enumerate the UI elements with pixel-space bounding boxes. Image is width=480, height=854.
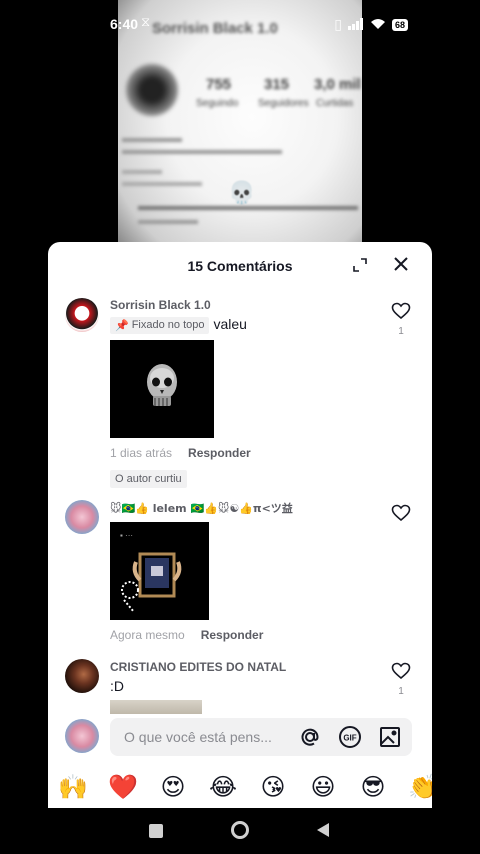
bg-blur-line [138,206,358,210]
bg-stat-label: Seguidores [258,98,309,109]
heart-icon[interactable] [391,302,411,324]
like-column: 1 [390,662,412,697]
comment-author[interactable]: Sorrisin Black 1.0 [110,298,382,312]
comment-body: 🐭🇧🇷👍 lelem 🇧🇷👍🐭☯👍π<ツ益 ▪ ··· Agora mesmo … [110,500,382,642]
avatar[interactable] [65,298,99,332]
bg-stat-value: 755 [206,76,232,93]
vibrate-icon: ▯ [334,16,342,32]
battery-indicator: 68 [391,18,408,31]
pinned-badge: 📌 Fixado no topo [110,316,210,334]
system-nav-bar [0,808,480,854]
reply-button[interactable]: Responder [201,628,264,642]
heart-icon[interactable] [391,504,411,526]
emoji-quick-row: 🙌 ❤️ 😍 😂 😘 😃 😎 👏 [48,770,432,804]
gif-icon[interactable]: GIF [338,725,362,749]
comment-image[interactable] [110,339,214,438]
reply-button[interactable]: Responder [188,446,251,460]
pin-icon: 📌 [115,319,129,332]
comment-image[interactable]: ▪ ··· [110,522,209,620]
comment-image[interactable] [110,700,202,714]
comment-input-placeholder: O que você está pens... [124,729,272,745]
comment-body: Sorrisin Black 1.0 📌 Fixado no topo vale… [110,298,382,488]
bg-stat-label: Seguindo [196,98,239,109]
comment-time: Agora mesmo [110,628,185,642]
avatar[interactable] [65,659,99,693]
sheet-header: 15 Comentários [48,242,432,288]
mention-icon[interactable] [298,725,322,749]
comments-sheet: 15 Comentários Sorrisin Black 1.0 📌 Fixa… [48,242,432,808]
like-column: 1 [390,302,412,337]
comment-text: 📌 Fixado no topo valeu [110,316,382,334]
comment-author[interactable]: CRISTIANO EDITES DO NATAL [110,660,382,674]
comment-text: :D [110,678,124,694]
emoji-button[interactable]: ❤️ [98,770,148,804]
comment-input-row: O que você está pens... GIF [48,714,432,760]
bg-blur-line [138,220,198,224]
svg-text:▪ ···: ▪ ··· [120,531,133,540]
emoji-button[interactable]: 😘 [248,770,298,804]
recents-icon[interactable] [148,823,164,844]
comments-title: 15 Comentários [187,258,293,274]
emoji-button[interactable]: 😎 [348,770,398,804]
wifi-icon [370,17,386,33]
home-icon[interactable] [230,820,250,845]
author-liked-badge: O autor curtiu [110,469,187,488]
comment-input[interactable]: O que você está pens... GIF [110,718,412,756]
emoji-button[interactable]: 😃 [298,770,348,804]
bg-blur-line [122,150,282,154]
bg-blur-line [122,138,182,142]
status-bar: 6:40 ⧖ ▯ 68 [0,0,480,48]
close-icon[interactable] [392,255,410,273]
heart-icon[interactable] [391,662,411,684]
status-time: 6:40 [110,16,139,32]
bg-stat-value: 3,0 mil [314,76,361,93]
expand-icon[interactable] [352,257,368,273]
avatar[interactable] [65,500,99,534]
svg-text:GIF: GIF [343,734,356,743]
bg-stat-value: 315 [264,76,290,93]
pinned-label: Fixado no topo [131,319,205,332]
skull-icon: 💀 [228,180,256,205]
comment-text-content: valeu [213,316,247,332]
like-column [390,504,412,527]
emoji-button[interactable]: 👏 [398,770,432,804]
emoji-button[interactable]: 😂 [198,770,248,804]
my-avatar [65,719,99,753]
comment-body: CRISTIANO EDITES DO NATAL :D [110,660,382,714]
comment-meta: 1 dias atrás Responder [110,446,382,460]
bg-stat-label: Curtidas [316,98,354,109]
comment-author[interactable]: 🐭🇧🇷👍 lelem 🇧🇷👍🐭☯👍π<ツ益 [110,500,382,516]
bg-blur-line [122,170,162,174]
bg-blur-line [122,182,202,186]
emoji-button[interactable]: 🙌 [48,770,98,804]
status-icons: ▯ 68 [334,16,408,33]
comment-time: 1 dias atrás [110,445,173,460]
emoji-button[interactable]: 😍 [148,770,198,804]
bg-avatar [126,64,178,116]
image-icon[interactable] [378,725,402,749]
like-count: 1 [398,686,404,697]
like-count: 1 [398,326,404,337]
comment-meta: Agora mesmo Responder [110,628,382,642]
sync-notification-icon: ⧖ [141,14,151,29]
back-icon[interactable] [315,822,331,843]
signal-icon [347,17,364,33]
